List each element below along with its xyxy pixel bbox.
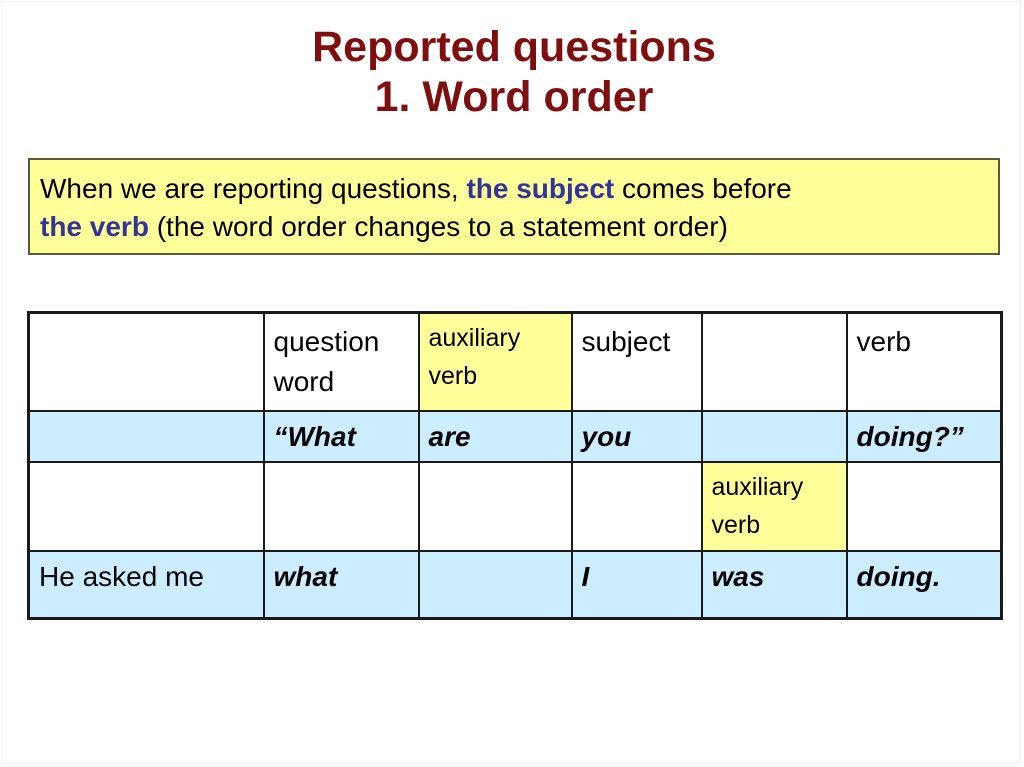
table-row-direct-question: “What are you doing?” [27, 409, 1003, 463]
header-cell-empty-2 [700, 311, 848, 412]
reported-cell-empty [417, 549, 573, 620]
direct-cell-auxiliary: are [417, 409, 573, 463]
table-row-reported-question: He asked me what I was doing. [27, 549, 1003, 620]
direct-cell-question-word: “What [262, 409, 420, 463]
table-row-auxiliary-label: auxiliary verb [27, 460, 1003, 552]
header-cell-auxiliary-verb: auxiliary verb [417, 311, 573, 412]
slide: Reported questions 1. Word order When we… [1, 1, 1021, 764]
note-text-3: (the word order changes to a statement o… [148, 211, 728, 242]
direct-cell-subject: you [570, 409, 703, 463]
aux-cell-1 [27, 460, 265, 552]
aux-cell-4 [570, 460, 703, 552]
title-line-1: Reported questions [312, 23, 716, 71]
aux-cell-auxiliary-verb: auxiliary verb [700, 460, 848, 552]
note-highlight-subject: the subject [466, 173, 615, 204]
reported-cell-subject: I [570, 549, 703, 620]
table-row-header: question word auxiliary verb subject ver… [27, 311, 1003, 412]
title-line-2: 1. Word order [374, 73, 654, 121]
reported-cell-verb: doing. [845, 549, 1003, 620]
note-highlight-verb: the verb [40, 211, 149, 242]
aux-cell-2 [262, 460, 420, 552]
note-text-1: When we are reporting questions, [40, 173, 467, 204]
header-cell-subject: subject [570, 311, 703, 412]
reported-cell-auxiliary: was [700, 549, 848, 620]
direct-cell-verb: doing?” [845, 409, 1003, 463]
header-cell-verb: verb [845, 311, 1003, 412]
rule-note-box: When we are reporting questions, the sub… [28, 158, 1000, 255]
reported-cell-intro: He asked me [27, 549, 265, 620]
header-cell-question-word: question word [262, 311, 420, 412]
note-text-2: comes before [614, 173, 792, 204]
word-order-table: question word auxiliary verb subject ver… [27, 311, 1003, 620]
direct-cell-empty-2 [700, 409, 848, 463]
aux-cell-3 [417, 460, 573, 552]
slide-title: Reported questions 1. Word order [2, 22, 1024, 122]
direct-cell-empty [27, 409, 265, 463]
header-cell-empty [27, 311, 265, 412]
aux-cell-6 [845, 460, 1003, 552]
reported-cell-question-word: what [262, 549, 420, 620]
